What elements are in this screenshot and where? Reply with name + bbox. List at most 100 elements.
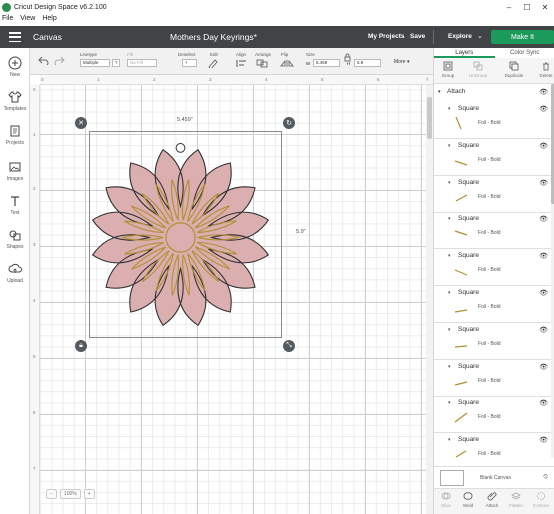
layer-operation: Foil - Bold [478,340,501,347]
visibility-eye-icon[interactable]: 👁︎ [539,289,548,297]
size-label: Size [306,52,315,57]
left-sidebar: New Templates Projects Images Text Shape… [0,48,30,514]
more-button[interactable]: More [394,59,405,65]
attach-button[interactable]: Attach [480,491,504,508]
undo-icon[interactable] [38,56,49,65]
layer-row-square[interactable]: ▾ Square 👁︎ Foil - Bold [434,360,554,397]
chevron-down-icon[interactable]: ▾ [448,253,451,259]
chevron-down-icon[interactable]: ▾ [448,290,451,296]
height-input[interactable]: 5.9 [354,59,381,67]
visibility-eye-icon[interactable]: 👁︎ [539,252,548,260]
deselect-button[interactable]: + [182,59,197,67]
layer-row-square[interactable]: ▾ Square 👁︎ Foil - Bold [434,102,554,139]
weld-button[interactable]: Weld [456,491,480,508]
zoom-in-button[interactable]: + [83,489,95,499]
cricut-logo-icon [2,3,11,12]
layer-row-square[interactable]: ▾ Square 👁︎ Foil - Bold [434,286,554,323]
sidebar-item-text[interactable]: Text [0,194,30,216]
sidebar-item-projects[interactable]: Projects [0,124,30,146]
chevron-down-icon[interactable]: ▾ [448,216,451,222]
visibility-eye-icon[interactable]: 👁︎ [539,363,548,371]
layer-row-square[interactable]: ▾ Square 👁︎ Foil - Bold [434,139,554,176]
menu-help[interactable]: Help [42,15,56,25]
visibility-eye-icon[interactable]: 👁︎ [539,215,548,223]
selection-bounding-box[interactable] [89,131,282,338]
visibility-eye-icon[interactable]: 👁︎ [539,179,548,187]
layer-row-square[interactable]: ▾ Square 👁︎ Foil - Bold [434,433,554,458]
visibility-eye-icon[interactable]: 👁︎ [539,436,548,444]
chevron-down-icon[interactable]: ▾ [448,143,451,149]
duplicate-button[interactable]: Duplicate [500,61,528,78]
minimize-button[interactable]: – [500,0,518,15]
layer-row-square[interactable]: ▾ Square 👁︎ Foil - Bold [434,323,554,360]
close-window-button[interactable]: ✕ [536,0,554,15]
edit-tools-icon[interactable] [208,59,222,68]
layer-group-attach[interactable]: ▾ Attach 👁︎ [434,88,554,100]
contour-button[interactable]: Contour [529,491,553,508]
canvas-scrollbar[interactable] [426,85,433,514]
lock-handle-icon[interactable]: 🔒︎ [75,340,87,352]
more-chevron-icon[interactable]: ▾ [407,59,410,65]
tab-color-sync[interactable]: Color Sync [495,48,554,58]
align-icon[interactable] [235,59,249,68]
blank-canvas-swatch[interactable] [440,470,464,486]
flatten-button[interactable]: Flatten [504,491,528,508]
sidebar-item-shapes[interactable]: Shapes [0,228,30,250]
sidebar-item-upload[interactable]: Upload [0,262,30,284]
my-projects-button[interactable]: My Projects [368,33,405,40]
redo-icon[interactable] [54,56,65,65]
ungroup-button[interactable]: UnGroup [464,61,492,78]
sidebar-item-templates[interactable]: Templates [0,90,30,112]
foil-line-thumbnail [454,412,468,423]
group-button[interactable]: Group [434,61,462,78]
linetype-dropdown-chevron[interactable]: ? [112,59,120,67]
sidebar-item-new[interactable]: New [0,56,30,78]
chevron-down-icon[interactable]: ▾ [438,89,441,95]
arrange-icon[interactable] [256,59,270,68]
visibility-eye-icon[interactable]: 👁︎ [539,142,548,150]
explore-button[interactable]: Explore [448,33,472,40]
save-button[interactable]: Save [410,33,425,40]
linetype-select[interactable]: Multiple [80,59,110,67]
delete-button[interactable]: Delete [532,61,554,78]
chevron-down-icon[interactable]: ⌄ [477,32,483,40]
flip-icon[interactable] [280,59,294,68]
fill-select[interactable]: No Fill [127,59,157,67]
delete-handle-close-icon[interactable]: ✕ [75,117,87,129]
app-header: Canvas Mothers Day Keyrings* My Projects… [0,26,554,48]
chevron-down-icon[interactable]: ▾ [448,327,451,333]
ruler-left-tick: 0 [33,87,36,92]
visibility-eye-icon[interactable]: 👁︎ [539,399,548,407]
zoom-out-button[interactable]: − [46,489,57,499]
make-it-button[interactable]: Make It [491,30,554,44]
blank-canvas-row[interactable]: Blank Canvas ⦸ [434,466,554,488]
chevron-down-icon[interactable]: ▾ [448,364,451,370]
scrollbar-thumb[interactable] [427,97,432,139]
chevron-down-icon[interactable]: ▾ [448,180,451,186]
maximize-button[interactable]: ☐ [518,0,536,15]
design-canvas[interactable]: 0 1 2 3 4 5 6 7 0 1 2 3 4 5 6 7 5.459" 5… [30,75,433,514]
window-title: Cricut Design Space v6.2.100 [14,4,107,11]
layer-row-square[interactable]: ▾ Square 👁︎ Foil - Bold [434,176,554,213]
layer-thumbnail [455,450,467,458]
resize-handle-icon[interactable]: ⤡ [283,340,295,352]
menu-view[interactable]: View [20,15,35,25]
sidebar-item-images[interactable]: Images [0,160,30,182]
layer-row-square[interactable]: ▾ Square 👁︎ Foil - Bold [434,396,554,434]
foil-line-thumbnail [455,194,468,202]
hamburger-menu-icon[interactable] [9,32,21,42]
chevron-down-icon[interactable]: ▾ [448,106,451,112]
layer-row-square[interactable]: ▾ Square 👁︎ Foil - Bold [434,212,554,250]
hidden-eye-icon[interactable]: ⦸ [543,473,548,481]
tab-layers[interactable]: Layers [434,48,495,58]
width-input[interactable]: 5.459 [313,59,340,67]
visibility-eye-icon[interactable]: 👁︎ [539,326,548,334]
visibility-eye-icon[interactable]: 👁︎ [539,105,548,113]
chevron-down-icon[interactable]: ▾ [448,400,451,406]
chevron-down-icon[interactable]: ▾ [448,437,451,443]
layer-row-square[interactable]: ▾ Square 👁︎ Foil - Bold [434,249,554,287]
slice-button[interactable]: Slice [434,491,458,508]
visibility-eye-icon[interactable]: 👁︎ [539,88,548,96]
rotate-handle-icon[interactable]: ↻ [283,117,295,129]
menu-file[interactable]: File [2,15,13,25]
